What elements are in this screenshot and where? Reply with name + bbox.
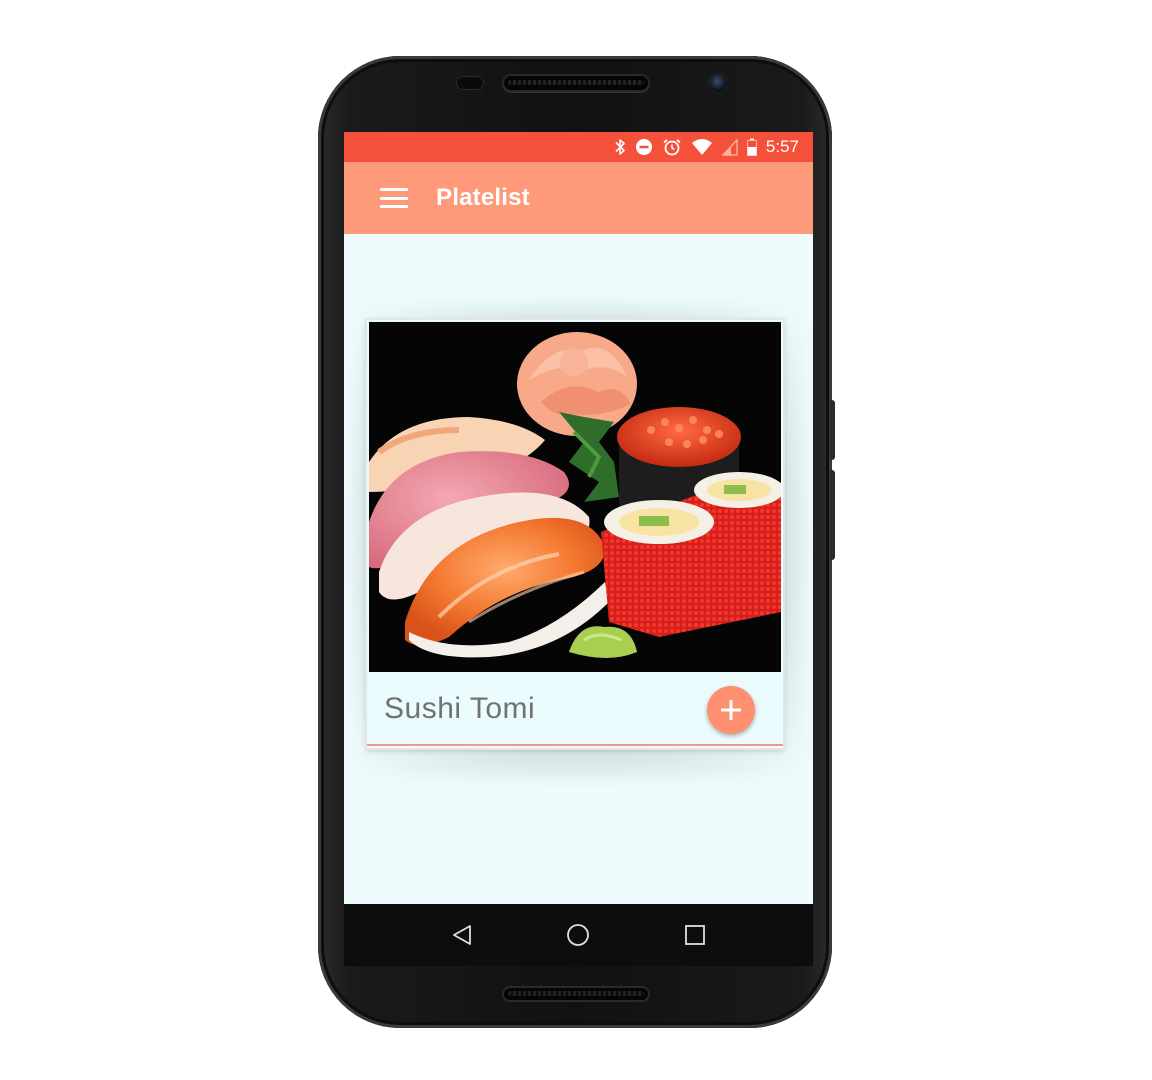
navigation-bar [344,904,813,966]
signal-icon [721,138,738,156]
home-icon[interactable] [566,923,590,947]
phone-screen: 5:57 Platelist Sushi Tomi [344,132,813,966]
back-icon[interactable] [451,924,473,946]
status-bar: 5:57 [344,132,813,162]
plus-icon [721,700,741,720]
power-button [830,400,835,460]
recents-icon[interactable] [684,924,706,946]
bluetooth-icon [614,138,626,156]
bottom-speaker [502,986,650,1002]
battery-icon [746,138,757,156]
wifi-icon [691,138,713,156]
sushi-image[interactable] [369,322,781,672]
app-bar: Platelist [344,162,813,234]
app-title: Platelist [436,184,530,211]
plate-name[interactable]: Sushi Tomi [384,692,535,726]
status-time: 5:57 [765,137,799,156]
stage: 5:57 Platelist Sushi Tomi [0,0,1152,1080]
alarm-icon [662,138,682,156]
plate-card[interactable]: Sushi Tomi [367,320,783,748]
add-plate-button[interactable] [707,686,755,734]
earpiece-speaker [502,74,650,92]
do-not-disturb-icon [635,138,653,156]
menu-icon[interactable] [380,188,408,208]
card-footer: Sushi Tomi [367,674,783,746]
volume-button [830,470,835,560]
proximity-sensor [456,76,484,90]
front-camera [709,74,727,92]
